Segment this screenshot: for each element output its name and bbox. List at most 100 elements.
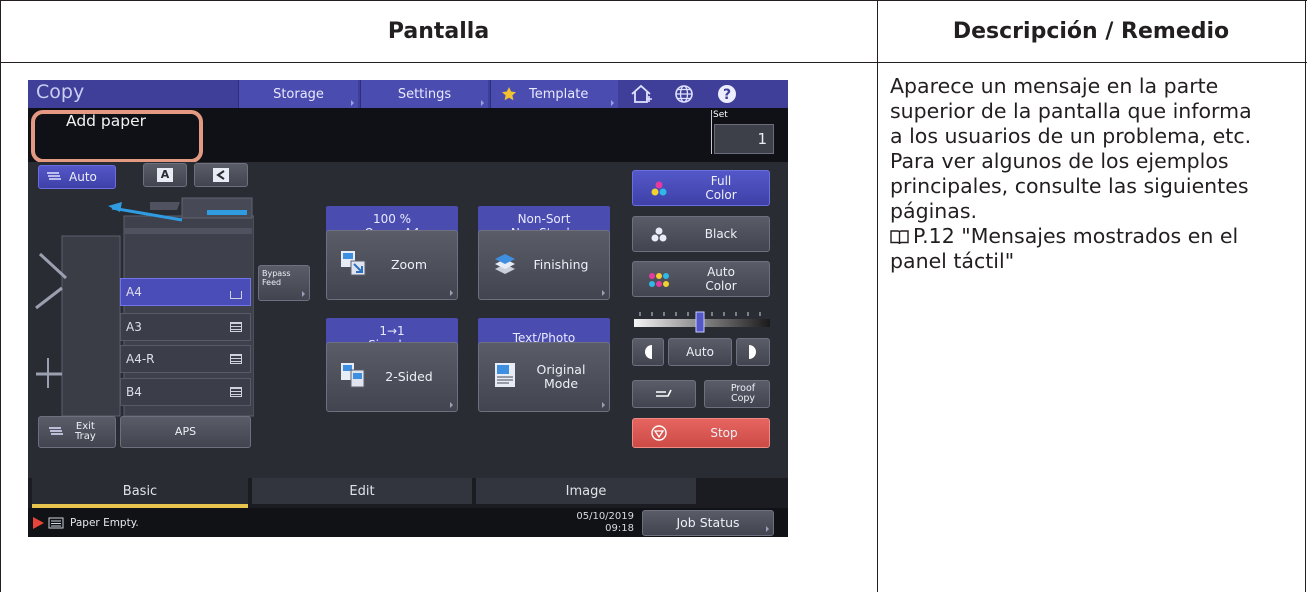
time: 09:18 [605,523,634,534]
app-title: Copy [36,81,85,103]
finishing-icon [495,254,515,274]
density-slider[interactable] [632,306,772,334]
original-orientation-a-button[interactable]: A [143,163,187,187]
svg-text:?: ? [723,87,731,103]
black-button[interactable]: Black [632,216,770,252]
stop-button[interactable]: Stop [632,418,770,448]
description-line: Aparece un mensaje en la parte [890,74,1219,98]
tab-image-label: Image [565,483,607,499]
template-tab[interactable]: Template [490,80,618,108]
full-color-icon [651,181,667,196]
two-sided-label: 2-Sided [385,369,433,384]
status-text: Paper Empty. [70,517,139,529]
direction-icon [213,168,229,182]
paper-drawer-a4r[interactable]: A4-R [120,345,251,373]
paper-size-label: B4 [126,385,142,399]
description-line: superior de la pantalla que informa [890,99,1252,123]
template-tab-label: Template [529,86,589,102]
help-button[interactable]: ? [706,81,742,107]
interrupt-icon [656,389,672,397]
column-header-screen: Pantalla [387,18,490,44]
description-line: a los usuarios de un problema, etc. [890,124,1252,148]
original-mode-icon [495,363,515,387]
tab-edit[interactable]: Edit [252,478,472,504]
alert-arrow-icon [33,517,64,529]
exit-tray-button[interactable]: Exit Tray [38,416,116,448]
paper-size-label: A4 [126,285,142,299]
home-icon [631,84,652,103]
lighter-icon [645,345,652,359]
storage-tab-label: Storage [273,86,324,102]
description-line: páginas. [890,199,978,223]
proof-copy-label-line2: Copy [730,393,756,404]
description-cell: Aparece un mensaje en la parte superior … [890,74,1300,274]
exit-tray-icon [49,427,63,435]
auto-color-icon [649,273,669,287]
date: 05/10/2019 [576,511,634,522]
aps-label: APS [174,425,197,438]
settings-tab-label: Settings [397,86,452,102]
full-color-label: Full Color [705,174,736,202]
black-icon [651,227,667,242]
tab-basic[interactable]: Basic [32,478,248,504]
stop-icon [651,425,667,441]
storage-tab[interactable]: Storage [238,80,358,108]
copier-touch-screen: Copy Storage Settings Template ? Add pap… [28,80,788,537]
auto-color-button[interactable]: Auto Color [632,261,770,297]
paper-stack-icon [47,172,61,180]
full-color-button[interactable]: Full Color [632,170,770,206]
paper-drawer-a4[interactable]: A4 [120,278,251,306]
copy-set-count[interactable]: 1 [714,124,774,154]
zoom-button[interactable]: Zoom [326,230,458,300]
globe-icon [675,85,693,103]
bypass-tray-icon [230,291,242,299]
job-status-label: Job Status [676,515,740,530]
interrupt-button[interactable] [632,380,696,408]
density-darker-button[interactable] [736,338,770,366]
original-mode-button[interactable]: Original Mode [478,342,610,412]
original-mode-label-line2: Mode [543,376,579,391]
exit-tray-label: Exit Tray [75,422,96,442]
paper-drawer-a3[interactable]: A3 [120,313,251,341]
date-time: 05/10/2019 09:18 [576,511,634,535]
density-auto-button[interactable]: Auto [668,338,732,366]
bypass-label-line2: Feed [262,278,282,287]
auto-original-button[interactable]: Auto [38,165,116,189]
two-sided-button[interactable]: 2-Sided [326,342,458,412]
proof-copy-button[interactable]: Proof Copy [704,380,770,408]
column-header-description: Descripción / Remedio [952,18,1230,44]
table-header-divider [0,62,1307,63]
bypass-label-line1: Bypass [262,269,291,278]
description-line: Para ver algunos de los ejemplos [890,149,1229,173]
finishing-label: Finishing [533,257,589,272]
finishing-button[interactable]: Finishing [478,230,610,300]
density-auto-label: Auto [686,345,714,359]
paper-drawer-b4[interactable]: B4 [120,378,251,406]
tab-edit-label: Edit [349,483,375,499]
settings-tab[interactable]: Settings [360,80,488,108]
original-direction-button[interactable] [194,163,248,187]
paper-drawer-icon [230,354,242,364]
paper-size-label: A4-R [126,352,155,366]
original-mode-label-line1: Original [536,362,586,377]
bypass-feed-button[interactable]: Bypass Feed [258,265,310,301]
stop-label: Stop [710,426,738,440]
auto-color-label-line1: Auto [707,265,735,279]
set-divider [711,110,712,154]
zoom-label: Zoom [390,257,428,272]
reference-link[interactable]: P.12 "Mensajes mostrados en el [890,224,1300,249]
tab-image[interactable]: Image [476,478,696,504]
density-lighter-button[interactable] [632,338,664,366]
paper-drawer-icon [230,322,242,332]
table-column-divider [877,0,878,592]
language-button[interactable] [666,81,702,107]
help-icon: ? [718,85,736,103]
auto-original-label: Auto [69,170,97,184]
original-mode-label: Original Mode [537,363,586,391]
finishing-sort: Non-Sort [517,212,571,226]
description-line: principales, consulte las siguientes [890,174,1249,198]
job-status-button[interactable]: Job Status [642,510,774,536]
book-icon [890,230,909,245]
home-button[interactable] [622,81,662,107]
aps-button[interactable]: APS [120,416,251,448]
